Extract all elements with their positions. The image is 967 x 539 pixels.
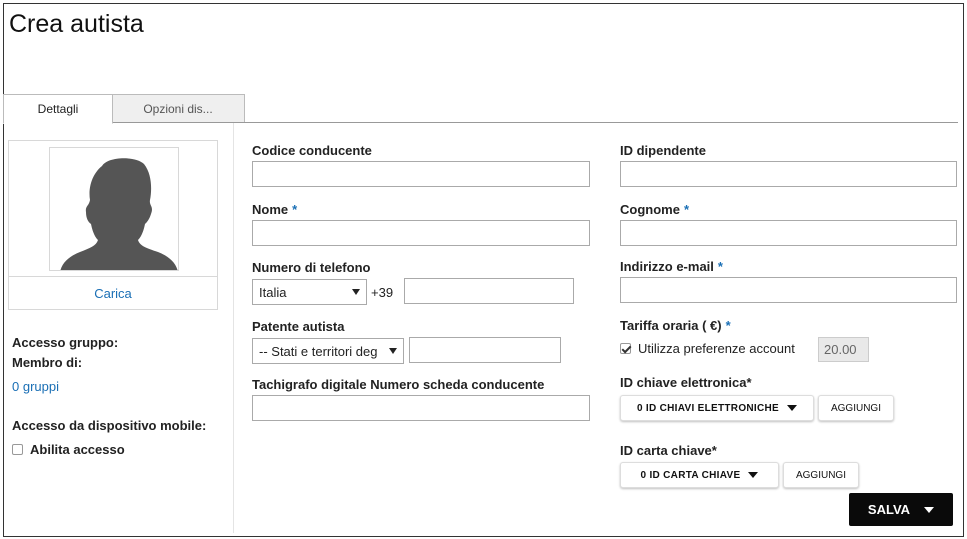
tachograph-input[interactable] (252, 395, 590, 421)
tachograph-label: Tachigrafo digitale Numero scheda conduc… (252, 377, 545, 392)
enable-access-label: Abilita accesso (30, 442, 125, 457)
tab-details[interactable]: Dettagli (3, 94, 113, 124)
last-name-input[interactable] (620, 220, 957, 246)
member-of-label: Membro di: (12, 355, 83, 370)
add-electronic-key-button[interactable]: AGGIUNGI (818, 395, 894, 421)
photo-panel: Carica (8, 140, 218, 310)
license-label: Patente autista (252, 319, 345, 334)
tab-divider (3, 122, 958, 123)
column-divider (233, 123, 234, 533)
phone-prefix: +39 (371, 285, 394, 300)
enable-access-row: Abilita accesso (12, 442, 125, 457)
group-access-label: Accesso gruppo: (12, 335, 119, 350)
electronic-key-dropdown[interactable]: 0 ID CHIAVI ELETTRONICHE (620, 395, 814, 421)
enable-access-checkbox[interactable] (12, 444, 23, 455)
employee-id-label: ID dipendente (620, 143, 706, 158)
upload-photo-link[interactable]: Carica (9, 286, 217, 301)
caret-down-icon (787, 405, 798, 411)
caret-down-icon (748, 472, 759, 478)
key-card-label: ID carta chiave* (620, 443, 717, 458)
hourly-rate-label: Tariffa oraria ( €) * (620, 318, 731, 333)
mobile-access-label: Accesso da dispositivo mobile: (12, 418, 207, 433)
driver-code-input[interactable] (252, 161, 590, 187)
license-region-select[interactable]: -- Stati e territori deg (252, 338, 404, 364)
page-title: Crea autista (9, 10, 144, 38)
first-name-input[interactable] (252, 220, 590, 246)
tab-device-options[interactable]: Opzioni dis... (111, 94, 245, 123)
phone-country-select[interactable]: Italia (252, 279, 367, 305)
use-account-pref-checkbox[interactable] (620, 343, 631, 354)
add-key-card-button[interactable]: AGGIUNGI (783, 462, 859, 488)
email-label: Indirizzo e-mail * (620, 259, 723, 274)
employee-id-input[interactable] (620, 161, 957, 187)
last-name-label: Cognome * (620, 202, 690, 217)
chevron-down-icon (352, 289, 360, 295)
caret-down-icon (924, 506, 935, 513)
electronic-key-label: ID chiave elettronica* (620, 375, 752, 390)
chevron-down-icon (389, 348, 397, 354)
email-input[interactable] (620, 277, 957, 303)
key-card-dropdown[interactable]: 0 ID CARTA CHIAVE (620, 462, 779, 488)
groups-link[interactable]: 0 gruppi (12, 379, 59, 394)
first-name-label: Nome * (252, 202, 298, 217)
use-account-pref-row: Utilizza preferenze account (620, 341, 795, 356)
use-account-pref-label: Utilizza preferenze account (638, 341, 795, 356)
phone-input[interactable] (404, 278, 574, 304)
driver-code-label: Codice conducente (252, 143, 372, 158)
hourly-rate-input: 20.00 (818, 337, 869, 362)
photo-separator (9, 276, 217, 277)
avatar-placeholder-icon (49, 147, 179, 271)
license-number-input[interactable] (409, 337, 561, 363)
save-button[interactable]: SALVA (849, 493, 953, 526)
phone-label: Numero di telefono (252, 260, 371, 275)
